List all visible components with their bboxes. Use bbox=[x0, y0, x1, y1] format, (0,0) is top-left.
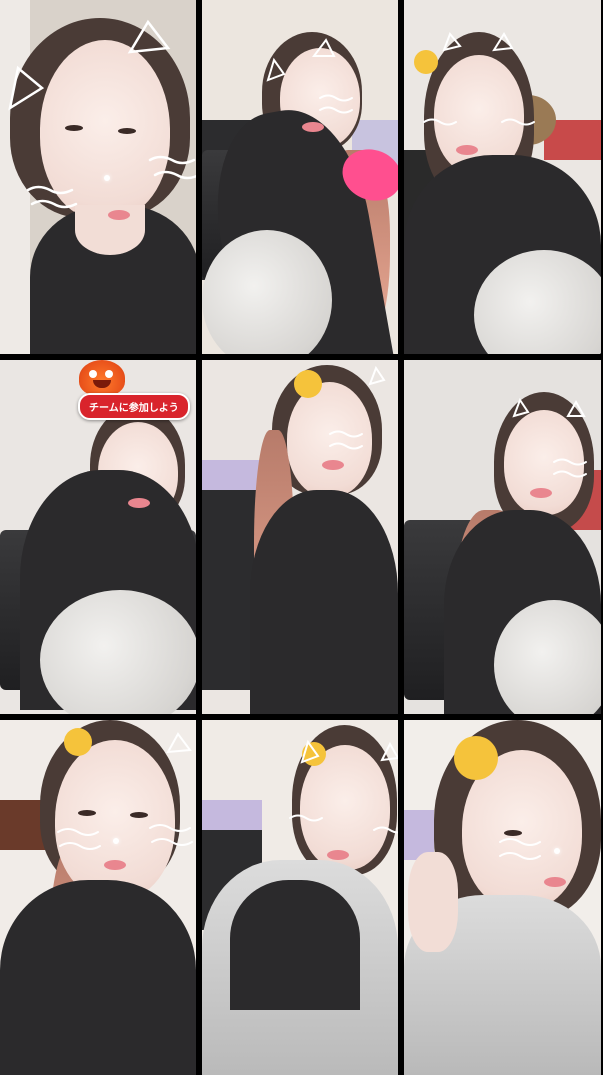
tile-3-lips bbox=[456, 145, 478, 155]
tile-9-lips bbox=[544, 877, 566, 887]
participant-tile-2[interactable] bbox=[202, 0, 398, 354]
tile-7-face bbox=[55, 740, 175, 900]
participant-tile-5[interactable] bbox=[202, 360, 398, 714]
participant-tile-8[interactable] bbox=[202, 720, 398, 1075]
video-call-grid bbox=[0, 0, 603, 1075]
tile-7-eye-right bbox=[130, 812, 148, 818]
join-team-label: チームに参加しよう bbox=[89, 403, 179, 414]
participant-tile-6[interactable] bbox=[404, 360, 601, 714]
tile-5-face bbox=[287, 382, 372, 497]
tile-6-face bbox=[504, 410, 584, 515]
tile-8-lips bbox=[327, 850, 349, 860]
tile-1-face bbox=[40, 40, 170, 220]
tile-1-eye-left bbox=[65, 125, 83, 131]
tile-4-lips bbox=[128, 498, 150, 508]
tile-7-eye-left bbox=[78, 810, 96, 816]
tile-7-top bbox=[0, 880, 196, 1075]
tile-1-filter-nose bbox=[104, 175, 110, 181]
tile-1-lips bbox=[108, 210, 130, 220]
tile-2-lips bbox=[302, 122, 324, 132]
tile-9-face bbox=[462, 750, 582, 910]
team-mascot-icon[interactable] bbox=[79, 360, 125, 396]
tile-1-eye-right bbox=[118, 128, 136, 134]
participant-tile-7[interactable] bbox=[0, 720, 196, 1075]
tile-9-hand bbox=[408, 852, 458, 952]
tile-9-eye-left bbox=[504, 830, 522, 836]
tile-8-top bbox=[230, 880, 360, 1010]
tile-9-filter-nose bbox=[554, 848, 560, 854]
tile-5-top bbox=[250, 490, 398, 714]
tile-6-lips bbox=[530, 488, 552, 498]
tile-7-lips bbox=[104, 860, 126, 870]
participant-tile-1[interactable] bbox=[0, 0, 196, 354]
join-team-button[interactable]: チームに参加しよう bbox=[78, 393, 190, 420]
participant-tile-9[interactable] bbox=[404, 720, 601, 1075]
tile-7-filter-nose bbox=[113, 838, 119, 844]
participant-tile-3[interactable] bbox=[404, 0, 601, 354]
tile-5-lips bbox=[322, 460, 344, 470]
